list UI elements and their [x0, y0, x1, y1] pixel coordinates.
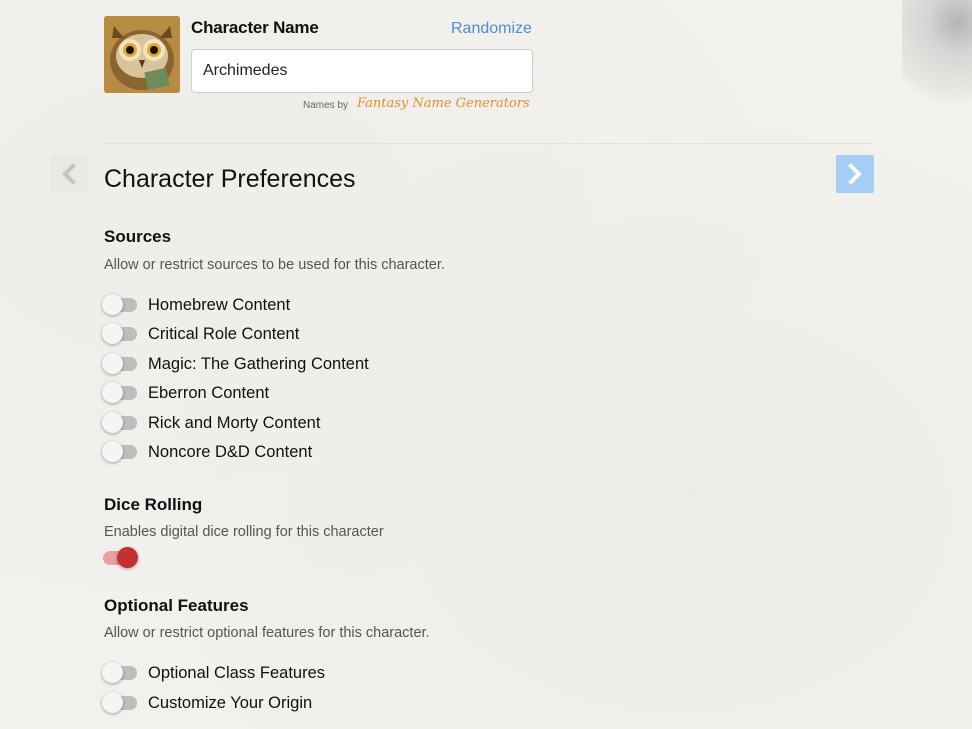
previous-button[interactable]	[50, 155, 88, 193]
source-toggle-row[interactable]: Rick and Morty Content	[102, 411, 321, 435]
source-toggle-row[interactable]: Magic: The Gathering Content	[102, 352, 369, 376]
dice-rolling-toggle[interactable]	[103, 547, 138, 568]
source-toggle[interactable]	[102, 441, 137, 462]
sources-title: Sources	[104, 227, 172, 246]
owl-portrait-icon	[104, 16, 180, 93]
source-toggle-row[interactable]: Noncore D&D Content	[102, 440, 313, 464]
sources-description: Allow or restrict sources to be used for…	[104, 257, 445, 273]
source-toggle-label: Rick and Morty Content	[148, 413, 321, 432]
optional-feature-label: Optional Class Features	[148, 663, 325, 682]
source-toggle[interactable]	[102, 294, 137, 315]
optional-feature-label: Customize Your Origin	[148, 693, 313, 712]
randomize-link[interactable]: Randomize	[451, 20, 532, 38]
background-art	[902, 0, 972, 110]
page-title: Character Preferences	[104, 165, 356, 193]
optional-feature-toggle-row[interactable]: Optional Class Features	[102, 661, 325, 685]
source-toggle-label: Noncore D&D Content	[148, 442, 313, 461]
next-button[interactable]	[836, 155, 874, 193]
source-toggle-row[interactable]: Homebrew Content	[102, 293, 291, 317]
source-toggle[interactable]	[102, 412, 137, 433]
name-generator-link[interactable]: Fantasy Name Generators	[357, 96, 530, 111]
chevron-right-icon	[848, 163, 862, 185]
header-divider	[104, 143, 874, 144]
source-toggle-row[interactable]: Eberron Content	[102, 381, 270, 405]
optional-feature-toggle[interactable]	[102, 662, 137, 683]
source-toggle-label: Magic: The Gathering Content	[148, 354, 369, 373]
source-toggle-label: Critical Role Content	[148, 324, 300, 343]
source-toggle[interactable]	[102, 382, 137, 403]
source-toggle-label: Homebrew Content	[148, 295, 291, 314]
dice-rolling-title: Dice Rolling	[104, 495, 203, 514]
chevron-left-icon	[62, 163, 76, 185]
optional-feature-toggle[interactable]	[102, 692, 137, 713]
preferences-page: Character Name Randomize Names by Fantas…	[0, 0, 972, 729]
source-toggle[interactable]	[102, 353, 137, 374]
source-toggle[interactable]	[102, 323, 137, 344]
dice-rolling-toggle-row[interactable]	[103, 546, 138, 570]
optional-feature-toggle-row[interactable]: Customize Your Origin	[102, 691, 313, 715]
source-toggle-label: Eberron Content	[148, 383, 270, 402]
optional-features-description: Allow or restrict optional features for …	[104, 625, 430, 641]
source-toggle-row[interactable]: Critical Role Content	[102, 322, 300, 346]
character-avatar[interactable]	[104, 16, 180, 93]
character-name-input[interactable]	[191, 49, 533, 93]
optional-features-title: Optional Features	[104, 596, 249, 615]
character-name-label: Character Name	[191, 18, 319, 37]
names-by-label: Names by	[303, 100, 349, 111]
dice-rolling-description: Enables digital dice rolling for this ch…	[104, 524, 384, 540]
